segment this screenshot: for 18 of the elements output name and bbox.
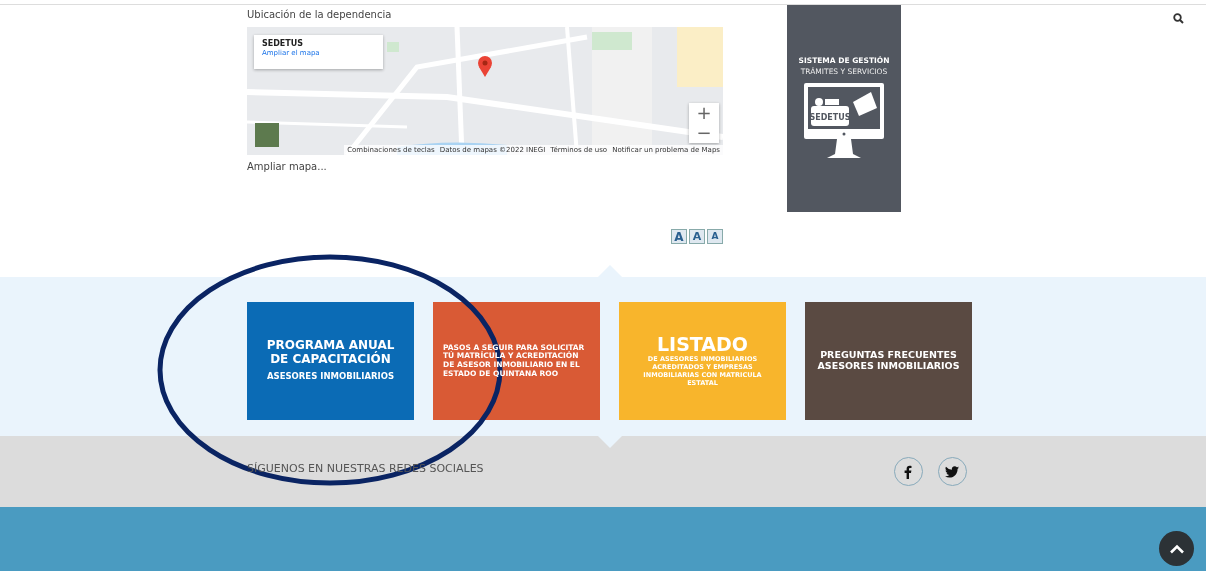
tile-link[interactable]: PROGRAMA ANUAL DE CAPACITACIÓN ASESORES INMOBILIARIOS	[247, 302, 414, 420]
font-size-button[interactable]: A	[689, 229, 705, 244]
facebook-icon	[904, 464, 913, 479]
zoom-in-button[interactable]: +	[689, 103, 719, 123]
section-title: Ubicación de la dependencia	[247, 8, 393, 22]
expand-map-link[interactable]: Ampliar mapa...	[247, 159, 723, 174]
font-size-button[interactable]: A	[671, 229, 687, 244]
chevron-up-icon	[1168, 543, 1185, 554]
search-icon[interactable]	[1173, 13, 1184, 24]
bird-icon	[945, 465, 960, 478]
font-size-button[interactable]: A	[707, 229, 723, 244]
tile-title: PREGUNTAS FRECUENTES ASESORES INMOBILIARIOS	[816, 350, 961, 372]
tile-title: PROGRAMA ANUAL DE CAPACITACIÓN	[265, 338, 396, 367]
place-name: SEDETUS	[262, 39, 305, 49]
tile-title: LISTADO	[657, 334, 748, 356]
tile-link[interactable]: PREGUNTAS FRECUENTES ASESORES INMOBILIARIOS	[805, 302, 972, 420]
zoom-out-button[interactable]: −	[689, 123, 719, 143]
tile-subtitle: ASESORES INMOBILIARIOS	[266, 370, 395, 384]
